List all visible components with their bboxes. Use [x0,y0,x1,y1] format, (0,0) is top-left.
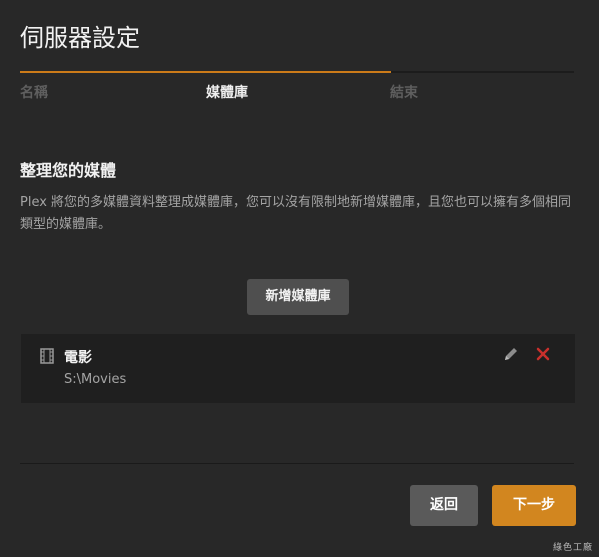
section-description: Plex 將您的多媒體資料整理成媒體庫，您可以沒有限制地新增媒體庫，且您也可以擁… [20,195,572,232]
server-setup-dialog: 伺服器設定 名稱 媒體庫 結束 整理您的媒體 Plex 將您的多媒體資料整理成媒… [0,0,599,557]
add-library-button[interactable]: 新增媒體庫 [247,279,349,315]
step-library[interactable]: 媒體庫 [206,82,248,102]
step-progress-fill [20,71,392,73]
film-icon [40,348,54,364]
watermark: 綠色工廠 [552,543,593,553]
pencil-icon[interactable] [502,345,520,363]
step-progress-track [20,71,574,73]
dialog-title: 伺服器設定 [20,24,140,52]
library-name: 電影 [64,350,92,366]
back-button[interactable]: 返回 [410,485,478,526]
step-finish[interactable]: 結束 [390,82,418,102]
library-path: S:\Movies [64,372,127,387]
step-name[interactable]: 名稱 [20,82,48,102]
library-list-item[interactable]: 電影 S:\Movies [21,334,575,403]
next-button[interactable]: 下一步 [492,485,576,526]
section-heading: 整理您的媒體 [20,161,117,180]
close-icon[interactable] [535,346,551,362]
footer-divider [20,463,574,464]
